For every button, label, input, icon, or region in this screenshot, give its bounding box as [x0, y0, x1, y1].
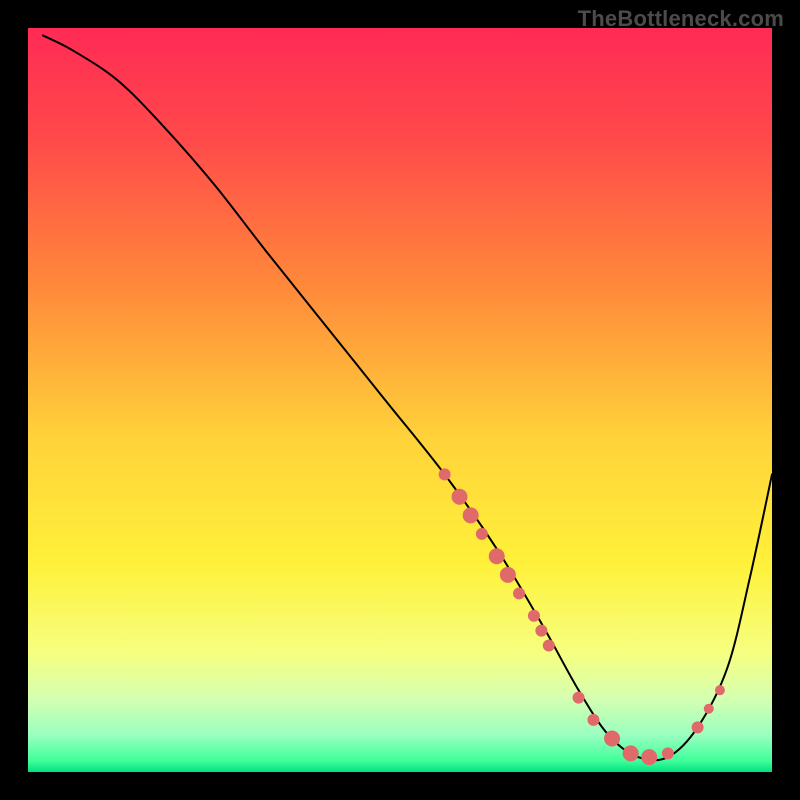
curve-marker — [528, 610, 540, 622]
chart-svg — [28, 28, 772, 772]
curve-marker — [573, 692, 585, 704]
chart-stage: TheBottleneck.com — [0, 0, 800, 800]
curve-marker — [513, 587, 525, 599]
curve-marker — [489, 548, 505, 564]
curve-marker — [623, 745, 639, 761]
curve-marker — [604, 731, 620, 747]
curve-marker — [439, 468, 451, 480]
curve-marker — [587, 714, 599, 726]
curve-marker — [641, 749, 657, 765]
curve-marker — [692, 721, 704, 733]
curve-marker — [662, 747, 674, 759]
gradient-background — [28, 28, 772, 772]
curve-marker — [452, 489, 468, 505]
curve-marker — [476, 528, 488, 540]
curve-marker — [715, 685, 725, 695]
curve-marker — [535, 625, 547, 637]
curve-marker — [463, 507, 479, 523]
curve-marker — [500, 567, 516, 583]
curve-marker — [704, 704, 714, 714]
plot-area — [28, 28, 772, 772]
curve-marker — [543, 640, 555, 652]
